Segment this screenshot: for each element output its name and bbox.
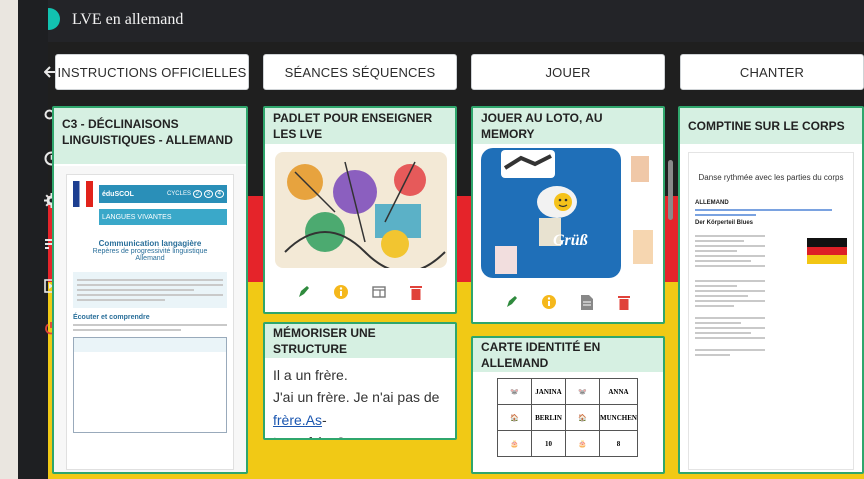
app-title: LVE en allemand bbox=[72, 11, 184, 28]
cycles-label: CYCLES bbox=[166, 191, 191, 197]
loto-illustration[interactable]: Grüß bbox=[473, 148, 663, 282]
table-cell: ANNA bbox=[599, 378, 638, 405]
cycle-badge: 4 bbox=[214, 190, 224, 198]
document-preview[interactable]: Danse rythmée avec les parties du corps … bbox=[680, 148, 862, 472]
card-title: MÉMORISER UNE STRUCTURE bbox=[265, 324, 455, 358]
table-cell: BERLIN bbox=[531, 404, 566, 431]
doc-label: ALLEMAND bbox=[695, 200, 729, 206]
window-icon[interactable] bbox=[369, 282, 389, 302]
doc-title: Danse rythmée avec les parties du corps bbox=[698, 173, 844, 182]
image-word: Grüß bbox=[553, 232, 588, 249]
card-carte-identite[interactable]: CARTE IDENTITÉ EN ALLEMAND 🐭 JANINA 🐭 ANNA … bbox=[471, 336, 665, 474]
column-header-chanter[interactable]: CHANTER bbox=[680, 54, 864, 90]
card-comptine[interactable]: COMPTINE SUR LE CORPS Danse rythmée avec… bbox=[678, 106, 864, 474]
table-cell: 🎂 bbox=[497, 430, 532, 457]
table-cell: 🏠 bbox=[497, 404, 532, 431]
note-line: Il a un frère. bbox=[273, 367, 348, 383]
handshake-icon bbox=[501, 150, 555, 178]
doc-banner: LANGUES VIVANTES bbox=[102, 213, 172, 221]
table-cell: 🎂 bbox=[565, 430, 600, 457]
delete-icon[interactable] bbox=[614, 292, 634, 312]
note-content: Il a un frère. J'ai un frère. Je n'ai pa… bbox=[265, 358, 455, 438]
doc-subheading: Repères de progressivité linguistique bbox=[92, 248, 208, 255]
child-figure bbox=[495, 246, 517, 274]
table-cell: 🐭 bbox=[497, 378, 532, 405]
figure-sticker bbox=[633, 230, 653, 264]
smiley-icon bbox=[537, 186, 577, 218]
brand-label: éduSCOL bbox=[102, 190, 134, 198]
identity-table-preview[interactable]: 🐭 JANINA 🐭 ANNA 🏠 BERLIN 🏠 MUNCHEN 🎂 10 🎂 8 bbox=[473, 378, 663, 472]
card-title: JOUER AU LOTO, AU MEMORY bbox=[473, 108, 663, 144]
illustration-image bbox=[275, 152, 447, 273]
cycle-badge: 2 bbox=[192, 190, 202, 198]
doc-subheading-language: Allemand bbox=[135, 255, 165, 262]
doc-intro-block bbox=[73, 272, 227, 308]
info-icon[interactable] bbox=[539, 292, 559, 312]
card-title: C3 - DÉCLINAISONS LINGUISTIQUES - ALLEMA… bbox=[54, 108, 246, 164]
card-title: CARTE IDENTITÉ EN ALLEMAND bbox=[473, 338, 663, 372]
card-padlet[interactable]: PADLET POUR ENSEIGNER LES LVE bbox=[263, 106, 457, 314]
app-header: LVE en allemand bbox=[18, 0, 864, 42]
card-structure[interactable]: MÉMORISER UNE STRUCTURE Il a un frère. J… bbox=[263, 322, 457, 440]
note-link[interactable]: frère.As bbox=[273, 412, 322, 428]
note-line: J'ai un frère. Je n'ai pas de bbox=[273, 389, 440, 406]
republic-logo bbox=[73, 181, 93, 207]
column-header-jouer[interactable]: JOUER bbox=[471, 54, 665, 90]
delete-icon[interactable] bbox=[406, 282, 426, 302]
identity-table: 🐭 JANINA 🐭 ANNA 🏠 BERLIN 🏠 MUNCHEN 🎂 10 🎂 8 bbox=[497, 378, 638, 457]
table-cell: 8 bbox=[599, 430, 638, 457]
song-title: Der Körperteil Blues bbox=[695, 220, 754, 226]
table-cell: 🏠 bbox=[565, 404, 600, 431]
table-cell: 10 bbox=[531, 430, 566, 457]
document-preview[interactable]: éduSCOL CYCLES 2 3 4 LANGUES VIVANTES Co… bbox=[54, 166, 246, 472]
card-title: COMPTINE SUR LE CORPS bbox=[680, 108, 862, 144]
doc-heading: Communication langagière bbox=[98, 239, 202, 248]
doc-section-title: Écouter et comprendre bbox=[73, 314, 150, 321]
german-flag-icon bbox=[807, 238, 847, 264]
card-title: PADLET POUR ENSEIGNER LES LVE bbox=[265, 108, 455, 144]
edit-icon[interactable] bbox=[502, 292, 522, 312]
left-sidebar bbox=[18, 0, 59, 479]
cycle-badge: 3 bbox=[203, 190, 213, 198]
column-header-instructions[interactable]: INSTRUCTIONS OFFICIELLES bbox=[55, 54, 249, 90]
card-loto[interactable]: JOUER AU LOTO, AU MEMORY Grüß bbox=[471, 106, 665, 324]
info-icon[interactable] bbox=[331, 282, 351, 302]
column-scrollbar[interactable] bbox=[668, 160, 673, 220]
card-actions bbox=[473, 284, 663, 320]
card-actions bbox=[265, 274, 455, 310]
card-declinaisons[interactable]: C3 - DÉCLINAISONS LINGUISTIQUES - ALLEMA… bbox=[52, 106, 248, 474]
edit-icon[interactable] bbox=[294, 282, 314, 302]
note-line: tu un frère? ... bbox=[273, 431, 447, 438]
table-cell: JANINA bbox=[531, 378, 566, 405]
figure-sticker bbox=[631, 156, 649, 182]
table-cell: MUNCHEN bbox=[599, 404, 638, 431]
padlet-illustration[interactable] bbox=[265, 146, 455, 274]
column-header-seances[interactable]: SÉANCES SÉQUENCES bbox=[263, 54, 457, 90]
note-hyphen: - bbox=[322, 411, 327, 428]
doc-table bbox=[73, 337, 227, 433]
table-cell: 🐭 bbox=[565, 378, 600, 405]
document-icon[interactable] bbox=[577, 292, 597, 312]
